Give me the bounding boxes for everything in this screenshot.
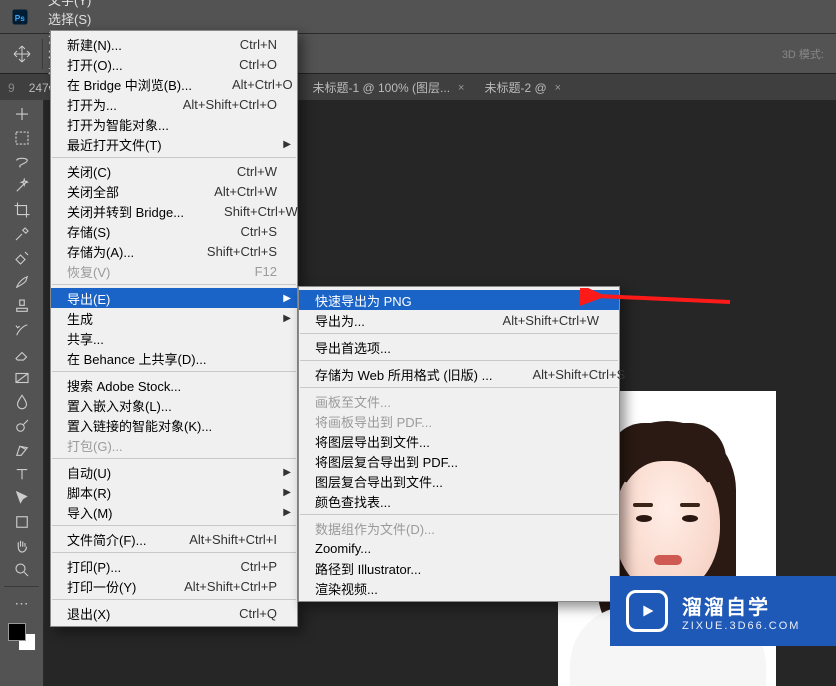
menu-item[interactable]: 生成▶ — [51, 308, 297, 328]
menu-item[interactable]: 打开为...Alt+Shift+Ctrl+O — [51, 94, 297, 114]
menu-item: 打包(G)... — [51, 435, 297, 455]
menubar: Ps 文件(F)编辑(E)图像(I)图层(L)文字(Y)选择(S)滤镜(T)3D… — [0, 0, 836, 34]
shape-tool-icon[interactable] — [8, 510, 36, 534]
menu-item[interactable]: 导出首选项... — [299, 337, 619, 357]
document-tab[interactable]: 未标题-1 @ 100% (图层...× — [302, 74, 474, 101]
menu-文字[interactable]: 文字(Y) — [40, 0, 103, 9]
hand-tool-icon[interactable] — [8, 534, 36, 558]
menu-item[interactable]: 文件简介(F)...Alt+Shift+Ctrl+I — [51, 529, 297, 549]
menu-item: 画板至文件... — [299, 391, 619, 411]
menu-item[interactable]: 搜索 Adobe Stock... — [51, 375, 297, 395]
submenu-arrow-icon: ▶ — [283, 467, 291, 478]
watermark-title: 溜溜自学 — [682, 591, 800, 620]
menu-item[interactable]: 关闭(C)Ctrl+W — [51, 161, 297, 181]
crop-tool-icon[interactable] — [8, 198, 36, 222]
svg-text:Ps: Ps — [15, 13, 26, 22]
more-tools-icon[interactable]: ⋯ — [8, 591, 36, 615]
menu-item[interactable]: 导入(M)▶ — [51, 502, 297, 522]
menu-item[interactable]: 快速导出为 PNG — [299, 290, 619, 310]
eyedropper-tool-icon[interactable] — [8, 222, 36, 246]
menu-item[interactable]: 在 Behance 上共享(D)... — [51, 348, 297, 368]
menu-item[interactable]: 自动(U)▶ — [51, 462, 297, 482]
submenu-arrow-icon: ▶ — [283, 139, 291, 150]
menu-item[interactable]: Zoomify... — [299, 538, 619, 558]
menu-item[interactable]: 打开(O)...Ctrl+O — [51, 54, 297, 74]
color-swatches[interactable] — [8, 623, 36, 651]
menu-item: 数据组作为文件(D)... — [299, 518, 619, 538]
brush-tool-icon[interactable] — [8, 270, 36, 294]
menu-item[interactable]: 存储为 Web 所用格式 (旧版) ...Alt+Shift+Ctrl+S — [299, 364, 619, 384]
app-icon: Ps — [0, 0, 40, 33]
export-submenu-dropdown: 快速导出为 PNG导出为...Alt+Shift+Ctrl+W 导出首选项... 存… — [298, 286, 620, 602]
close-tab-icon[interactable]: × — [555, 82, 561, 94]
stamp-tool-icon[interactable] — [8, 294, 36, 318]
foreground-color-swatch[interactable] — [8, 623, 26, 641]
menu-item[interactable]: 图层复合导出到文件... — [299, 471, 619, 491]
menu-item[interactable]: 退出(X)Ctrl+Q — [51, 603, 297, 623]
menu-选择[interactable]: 选择(S) — [40, 9, 103, 28]
menu-item[interactable]: 最近打开文件(T)▶ — [51, 134, 297, 154]
menu-item[interactable]: 导出(E)▶ — [51, 288, 297, 308]
submenu-arrow-icon: ▶ — [283, 313, 291, 324]
menu-item[interactable]: 关闭全部Alt+Ctrl+W — [51, 181, 297, 201]
marquee-tool-icon[interactable] — [8, 126, 36, 150]
menu-item: 恢复(V)F12 — [51, 261, 297, 281]
menu-item[interactable]: 关闭并转到 Bridge...Shift+Ctrl+W — [51, 201, 297, 221]
history-brush-icon[interactable] — [8, 318, 36, 342]
blur-tool-icon[interactable] — [8, 390, 36, 414]
menu-item[interactable]: 渲染视频... — [299, 578, 619, 598]
watermark-logo-icon — [626, 590, 668, 632]
menu-item[interactable]: 导出为...Alt+Shift+Ctrl+W — [299, 310, 619, 330]
dodge-tool-icon[interactable] — [8, 414, 36, 438]
menu-item[interactable]: 打开为智能对象... — [51, 114, 297, 134]
move-tool-icon[interactable] — [8, 102, 36, 126]
submenu-arrow-icon: ▶ — [283, 293, 291, 304]
menu-item[interactable]: 打印一份(Y)Alt+Shift+Ctrl+P — [51, 576, 297, 596]
eraser-tool-icon[interactable] — [8, 342, 36, 366]
lasso-tool-icon[interactable] — [8, 150, 36, 174]
menu-item[interactable]: 打印(P)...Ctrl+P — [51, 556, 297, 576]
gradient-tool-icon[interactable] — [8, 366, 36, 390]
menu-item[interactable]: 存储为(A)...Shift+Ctrl+S — [51, 241, 297, 261]
close-tab-icon[interactable]: × — [458, 82, 464, 94]
menu-item[interactable]: 脚本(R)▶ — [51, 482, 297, 502]
menu-item[interactable]: 将图层复合导出到 PDF... — [299, 451, 619, 471]
watermark-sub: ZIXUE.3D66.COM — [682, 620, 800, 632]
pen-tool-icon[interactable] — [8, 438, 36, 462]
menu-item[interactable]: 新建(N)...Ctrl+N — [51, 34, 297, 54]
move-tool-icon — [10, 42, 34, 66]
heal-tool-icon[interactable] — [8, 246, 36, 270]
watermark-badge: 溜溜自学 ZIXUE.3D66.COM — [610, 576, 836, 646]
submenu-arrow-icon: ▶ — [283, 507, 291, 518]
menu-item[interactable]: 将图层导出到文件... — [299, 431, 619, 451]
file-menu-dropdown: 新建(N)...Ctrl+N打开(O)...Ctrl+O在 Bridge 中浏览… — [50, 30, 298, 627]
menu-item[interactable]: 路径到 Illustrator... — [299, 558, 619, 578]
type-tool-icon[interactable] — [8, 462, 36, 486]
submenu-arrow-icon: ▶ — [283, 487, 291, 498]
menu-item[interactable]: 存储(S)Ctrl+S — [51, 221, 297, 241]
tools-panel: ⋯ — [0, 100, 44, 686]
menu-item[interactable]: 共享... — [51, 328, 297, 348]
mode-label: 3D 模式: — [782, 46, 824, 62]
menu-item[interactable]: 置入嵌入对象(L)... — [51, 395, 297, 415]
path-select-icon[interactable] — [8, 486, 36, 510]
zoom-tool-icon[interactable] — [8, 558, 36, 582]
document-tab[interactable]: 未标题-2 @× — [474, 74, 571, 101]
menu-item[interactable]: 颜色查找表... — [299, 491, 619, 511]
wand-tool-icon[interactable] — [8, 174, 36, 198]
menu-item[interactable]: 置入链接的智能对象(K)... — [51, 415, 297, 435]
menu-item: 将画板导出到 PDF... — [299, 411, 619, 431]
menu-item[interactable]: 在 Bridge 中浏览(B)...Alt+Ctrl+O — [51, 74, 297, 94]
